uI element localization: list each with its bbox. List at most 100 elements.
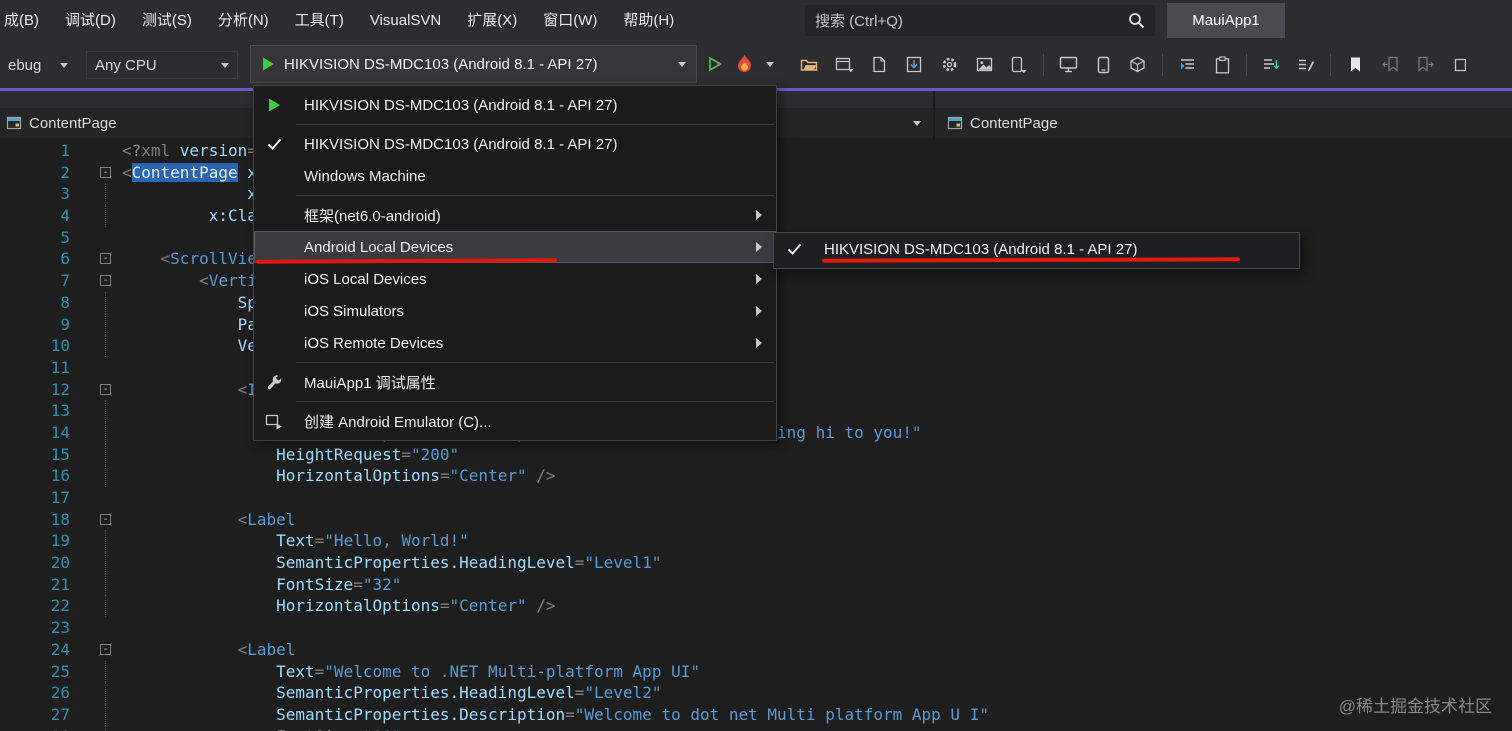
prev-bookmark-icon[interactable]	[1374, 50, 1406, 80]
toolbar-separator	[1043, 53, 1044, 76]
line-number: 3	[60, 184, 70, 204]
format-indent-icon[interactable]	[1171, 50, 1203, 80]
device-preview-icon[interactable]	[1003, 50, 1035, 80]
run-menu-item[interactable]: 框架(net6.0-android)	[254, 199, 776, 231]
line-number: 14	[50, 422, 70, 442]
run-menu-item[interactable]: HIKVISION DS-MDC103 (Android 8.1 - API 2…	[254, 128, 776, 160]
fold-guide	[105, 530, 106, 553]
fold-margin	[70, 443, 122, 466]
run-menu-item[interactable]: iOS Remote Devices	[254, 327, 776, 359]
platform-dropdown[interactable]: Any CPU	[86, 51, 238, 79]
menu-item[interactable]: 工具(T)	[282, 0, 357, 41]
menu-item[interactable]: 调试(D)	[52, 0, 129, 41]
menu-item[interactable]: 帮助(H)	[610, 0, 687, 41]
sort-lines-icon[interactable]	[1255, 50, 1287, 80]
monitor-icon[interactable]	[1052, 50, 1084, 80]
fold-margin: -	[70, 248, 122, 270]
fold-margin: -	[70, 162, 122, 184]
run-menu-item-label: Windows Machine	[304, 167, 426, 185]
fold-toggle[interactable]: -	[100, 643, 111, 655]
window-dropdown-icon[interactable]	[828, 50, 860, 80]
project-badge[interactable]: MauiApp1	[1167, 3, 1285, 38]
next-bookmark-icon[interactable]	[1409, 50, 1441, 80]
code-line: 18 - <Label	[0, 509, 1512, 531]
bookmark-icon[interactable]	[1339, 50, 1371, 80]
config-dropdown[interactable]: ebug	[0, 51, 76, 79]
run-menu-item[interactable]: Windows Machine	[254, 160, 776, 192]
search-box[interactable]: 搜索 (Ctrl+Q)	[805, 5, 1155, 36]
line-number: 7	[60, 271, 70, 291]
fold-guide	[105, 465, 106, 487]
red-underline-annotation	[821, 257, 1241, 263]
image-icon[interactable]	[968, 50, 1000, 80]
import-icon[interactable]	[898, 50, 930, 80]
line-number: 26	[50, 683, 70, 703]
menu-item[interactable]: 扩展(X)	[454, 0, 530, 41]
menu-item[interactable]: 窗口(W)	[530, 0, 610, 41]
build-gear-icon[interactable]	[933, 50, 965, 80]
left-breadcrumb[interactable]: ContentPage	[29, 115, 117, 132]
phone-icon[interactable]	[1087, 50, 1119, 80]
fold-toggle[interactable]: -	[100, 513, 111, 525]
clipboard-icon[interactable]	[1206, 50, 1238, 80]
menu-bar: 成(B) 调试(D) 测试(S) 分析(N) 工具(T) VisualSVN 扩展(X) 窗口…	[0, 0, 1512, 41]
run-target-label: HIKVISION DS-MDC103 (Android 8.1 - API 2…	[284, 55, 598, 73]
run-menu-item-label: HIKVISION DS-MDC103 (Android 8.1 - API 2…	[304, 96, 618, 114]
submenu-arrow-icon	[756, 242, 762, 252]
run-menu-item[interactable]: Android Local Devices	[254, 231, 776, 264]
run-button[interactable]: HIKVISION DS-MDC103 (Android 8.1 - API 2…	[250, 45, 697, 83]
run-menu-item[interactable]: iOS Simulators	[254, 295, 776, 327]
line-number: 16	[50, 466, 70, 486]
content-page-icon	[947, 115, 964, 131]
code-text: HorizontalOptions="Center" />	[122, 466, 556, 486]
code-text: SemanticProperties.HeadingLevel="Level2"	[122, 683, 662, 703]
run-menu-item[interactable]: 创建 Android Emulator (C)...	[254, 405, 776, 437]
hot-reload-icon[interactable]	[736, 54, 753, 73]
submenu-item-hikvision[interactable]: HIKVISION DS-MDC103 (Android 8.1 - API 2…	[774, 233, 1299, 265]
fold-guide	[105, 183, 106, 206]
run-dropdown-caret[interactable]	[678, 61, 686, 67]
menu-separator	[296, 195, 774, 196]
right-breadcrumb[interactable]: ContentPage	[970, 115, 1058, 132]
fold-toggle[interactable]: -	[100, 275, 111, 287]
fold-margin	[70, 205, 122, 227]
run-menu-item-label: 框架(net6.0-android)	[304, 207, 441, 225]
code-line: 20 SemanticProperties.HeadingLevel="Leve…	[0, 552, 1512, 574]
menu-item[interactable]: 分析(N)	[205, 0, 282, 41]
fold-guide	[105, 682, 106, 704]
menu-item[interactable]: VisualSVN	[357, 0, 454, 41]
fold-toggle[interactable]: -	[100, 383, 111, 395]
fold-margin	[70, 573, 122, 596]
run-menu-item[interactable]: HIKVISION DS-MDC103 (Android 8.1 - API 2…	[254, 89, 776, 121]
fold-guide	[105, 421, 106, 444]
line-number: 20	[50, 553, 70, 573]
run-menu-item[interactable]: iOS Local Devices	[254, 263, 776, 295]
menu-item[interactable]: 成(B)	[0, 0, 52, 41]
fold-margin	[70, 335, 122, 357]
package-icon[interactable]	[1122, 50, 1154, 80]
hot-reload-caret[interactable]	[766, 62, 774, 67]
start-without-debugging-icon[interactable]	[706, 55, 724, 73]
code-text: <Label	[122, 639, 296, 659]
line-number: 6	[60, 249, 70, 269]
menu-separator	[296, 124, 774, 125]
run-menu-item[interactable]: MauiApp1 调试属性	[254, 366, 776, 398]
menu-item[interactable]: 测试(S)	[129, 0, 205, 41]
code-line: 16 HorizontalOptions="Center" />	[0, 465, 1512, 487]
fold-toggle[interactable]: -	[100, 166, 111, 178]
toolbar-separator	[1246, 53, 1247, 76]
line-number: 24	[50, 639, 70, 659]
fold-margin	[70, 617, 122, 639]
document-icon[interactable]	[863, 50, 895, 80]
run-menu-item-label: 创建 Android Emulator (C)...	[304, 413, 492, 431]
left-breadcrumb-caret[interactable]	[913, 121, 921, 126]
partial-icon[interactable]	[1444, 50, 1476, 80]
code-text: Text="Hello, World!"	[122, 531, 469, 551]
line-number: 15	[50, 444, 70, 464]
menu-icon-gutter	[254, 97, 294, 113]
fold-guide	[105, 313, 106, 336]
edit-lines-icon[interactable]	[1290, 50, 1322, 80]
search-icon[interactable]	[1128, 12, 1145, 29]
fold-toggle[interactable]: -	[100, 253, 111, 265]
open-folder-icon[interactable]	[793, 50, 825, 80]
